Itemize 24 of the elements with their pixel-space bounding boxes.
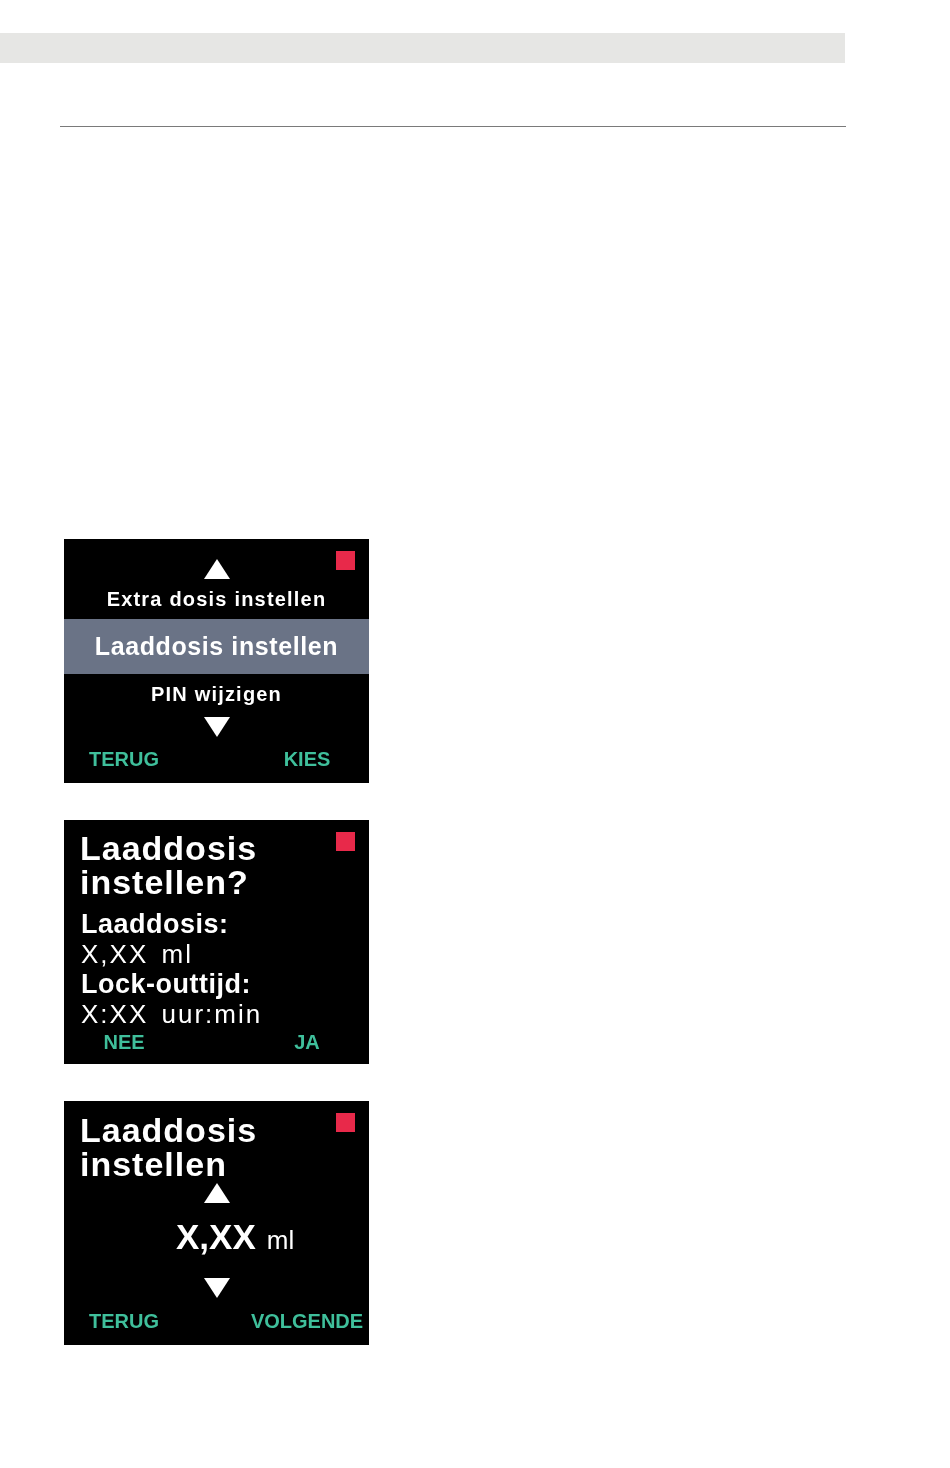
field-value: X,XX ml <box>81 939 193 969</box>
field-value: X:XX uur:min <box>81 999 263 1029</box>
dose-value: X,XX <box>176 1217 256 1257</box>
screen-title: Laaddosis instellen? <box>80 831 259 899</box>
up-arrow-icon <box>203 559 230 579</box>
unit-label: ml <box>266 1225 295 1255</box>
softkey-button[interactable]: NEE <box>103 1030 145 1054</box>
softkey-button[interactable]: TERUG <box>89 1309 159 1333</box>
status-indicator-icon <box>336 1113 355 1132</box>
field-label: Lock-outtijd: <box>81 969 251 999</box>
up-arrow-icon <box>203 1183 230 1203</box>
softkey-button[interactable]: KIES <box>283 747 331 771</box>
down-arrow-icon <box>203 717 230 737</box>
down-arrow-icon <box>203 1278 230 1298</box>
softkey-button[interactable]: VOLGENDE <box>250 1309 364 1333</box>
menu-item[interactable]: PIN wijzigen <box>64 674 369 714</box>
field-label: Laaddosis: <box>81 909 229 939</box>
status-indicator-icon <box>336 832 355 851</box>
softkey-button[interactable]: TERUG <box>89 747 159 771</box>
menu-item[interactable]: Extra dosis instellen <box>64 579 369 619</box>
screen-title: Laaddosis instellen <box>80 1113 259 1181</box>
menu-item[interactable]: Laaddosis instellen <box>64 619 369 674</box>
status-indicator-icon <box>336 551 355 570</box>
softkey-button[interactable]: JA <box>294 1030 320 1054</box>
